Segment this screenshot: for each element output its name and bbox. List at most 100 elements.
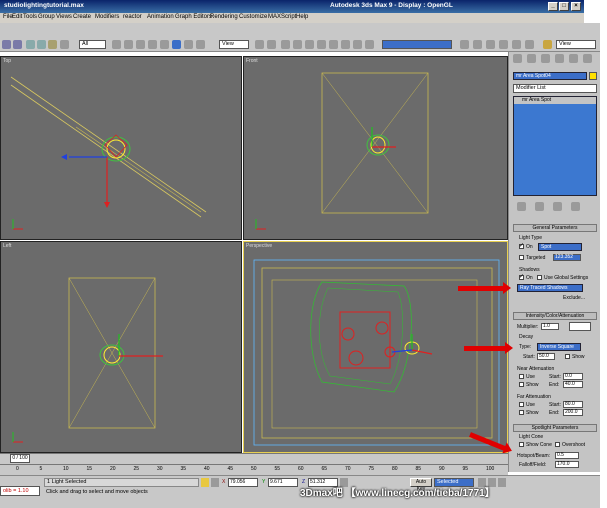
display-tab-icon[interactable] [569,54,578,63]
utilities-tab-icon[interactable] [583,54,592,63]
decay-start-field[interactable]: 50.0 [537,353,555,360]
spinner-snap-icon[interactable] [317,40,326,49]
pin-stack-icon[interactable] [517,202,526,211]
modifier-list-dropdown[interactable]: Modifier List [513,84,597,93]
menu-maxscript[interactable]: MAXScript [268,14,296,20]
far-start-field[interactable]: 80.0 [563,401,583,408]
link-icon[interactable] [26,40,35,49]
spotlight-parameters-rollout[interactable]: Spotlight Parameters [513,424,597,432]
edit-named-sets-icon[interactable] [329,40,338,49]
y-coordinate-field[interactable]: 9.671 [268,478,298,487]
far-use-checkbox[interactable] [519,402,524,407]
close-button[interactable]: × [571,2,581,11]
viewport-left[interactable]: Left [0,241,242,453]
select-by-name-icon[interactable] [112,40,121,49]
show-cone-checkbox[interactable] [519,442,524,447]
absolute-mode-icon[interactable] [211,478,219,487]
timeline[interactable]: 0 / 100 0 5 10 15 20 25 30 35 40 45 50 55 60 65 70 75 80… [0,453,508,475]
redo-icon[interactable] [13,40,22,49]
goto-end-icon[interactable] [498,478,506,487]
selection-filter-dropdown[interactable]: All [79,40,106,49]
use-global-settings-checkbox[interactable] [537,275,542,280]
shadow-type-dropdown[interactable]: Ray Traced Shadows [517,284,583,292]
bind-space-warp-icon[interactable] [48,40,57,49]
menu-graph-editors[interactable]: Graph Editors [175,14,212,20]
lock-selection-icon[interactable] [201,478,209,487]
maxscript-listener[interactable]: olib = 1.10 [0,486,40,496]
menu-tools[interactable]: Tools [23,14,37,20]
x-coordinate-field[interactable]: 79.056 [228,478,258,487]
menu-group[interactable]: Group [38,14,55,20]
named-selection-dropdown[interactable] [382,40,452,49]
angle-snap-icon[interactable] [293,40,302,49]
intensity-rollout[interactable]: Intensity/Color/Attenuation [513,312,597,320]
menu-create[interactable]: Create [73,14,91,20]
far-end-field[interactable]: 200.0 [563,409,583,416]
render-view-dropdown[interactable]: View [556,40,596,49]
shadows-on-checkbox[interactable] [519,273,524,280]
far-show-checkbox[interactable] [519,410,524,415]
menu-edit[interactable]: Edit [12,14,22,20]
quick-render-icon[interactable] [512,40,521,49]
render-scene-icon[interactable] [499,40,508,49]
hotspot-field[interactable]: 0.5 [555,452,579,459]
menu-help[interactable]: Help [296,14,308,20]
snap-toggle-icon[interactable] [281,40,290,49]
curve-editor-icon[interactable] [460,40,469,49]
transform-gizmo-icon[interactable] [267,40,276,49]
object-color-swatch[interactable] [589,72,597,80]
menu-reactor[interactable]: reactor [123,14,142,20]
mirror-icon[interactable] [341,40,350,49]
unlink-icon[interactable] [37,40,46,49]
reference-coordinate-dropdown[interactable]: View [219,40,249,49]
decay-show-checkbox[interactable] [565,354,570,359]
light-type-dropdown[interactable]: Spot [538,243,582,251]
select-and-move-active-icon[interactable] [172,40,181,49]
light-on-checkbox[interactable] [519,242,524,249]
show-end-result-icon[interactable] [535,202,544,211]
stack-item[interactable]: mr Area Spot [514,97,596,104]
target-distance-field[interactable]: 123.352 [553,254,581,261]
select-and-move-icon[interactable] [148,40,157,49]
hierarchy-tab-icon[interactable] [541,54,550,63]
time-slider[interactable]: 0 / 100 [10,454,30,463]
region-select-icon[interactable] [124,40,133,49]
percent-snap-icon[interactable] [305,40,314,49]
decay-type-dropdown[interactable]: Inverse Square [537,343,581,351]
modifier-stack[interactable]: mr Area Spot [513,96,597,196]
minimize-button[interactable]: _ [548,2,558,11]
select-manipulate-icon[interactable] [196,40,205,49]
render-teapot-icon[interactable] [543,40,552,49]
near-show-checkbox[interactable] [519,382,524,387]
motion-tab-icon[interactable] [555,54,564,63]
active-shade-icon[interactable] [525,40,534,49]
layer-manager-icon[interactable] [365,40,374,49]
select-and-scale-icon[interactable] [184,40,193,49]
falloff-field[interactable]: 170.0 [555,461,579,468]
create-tab-icon[interactable] [513,54,522,63]
select-object-icon[interactable] [60,40,69,49]
general-parameters-rollout[interactable]: General Parameters [513,224,597,232]
maximize-button[interactable]: □ [559,2,569,11]
schematic-view-icon[interactable] [473,40,482,49]
material-editor-icon[interactable] [486,40,495,49]
viewport-front[interactable]: Front [243,56,508,240]
modify-tab-icon[interactable] [527,54,536,63]
near-start-field[interactable]: 0.0 [563,373,583,380]
menu-rendering[interactable]: Rendering [210,14,238,20]
align-icon[interactable] [353,40,362,49]
select-and-rotate-icon[interactable] [160,40,169,49]
overshoot-checkbox[interactable] [555,442,560,447]
menu-animation[interactable]: Animation [147,14,174,20]
viewport-top[interactable]: Top [0,56,242,240]
near-use-checkbox[interactable] [519,374,524,379]
targeted-checkbox[interactable] [519,255,524,260]
make-unique-icon[interactable] [553,202,562,211]
remove-modifier-icon[interactable] [571,202,580,211]
menu-views[interactable]: Views [56,14,72,20]
light-color-swatch[interactable] [569,322,591,331]
menu-modifiers[interactable]: Modifiers [95,14,119,20]
near-end-field[interactable]: 40.0 [563,381,583,388]
object-name-field[interactable]: mr Area Spot04 [513,72,587,80]
window-crossing-icon[interactable] [136,40,145,49]
